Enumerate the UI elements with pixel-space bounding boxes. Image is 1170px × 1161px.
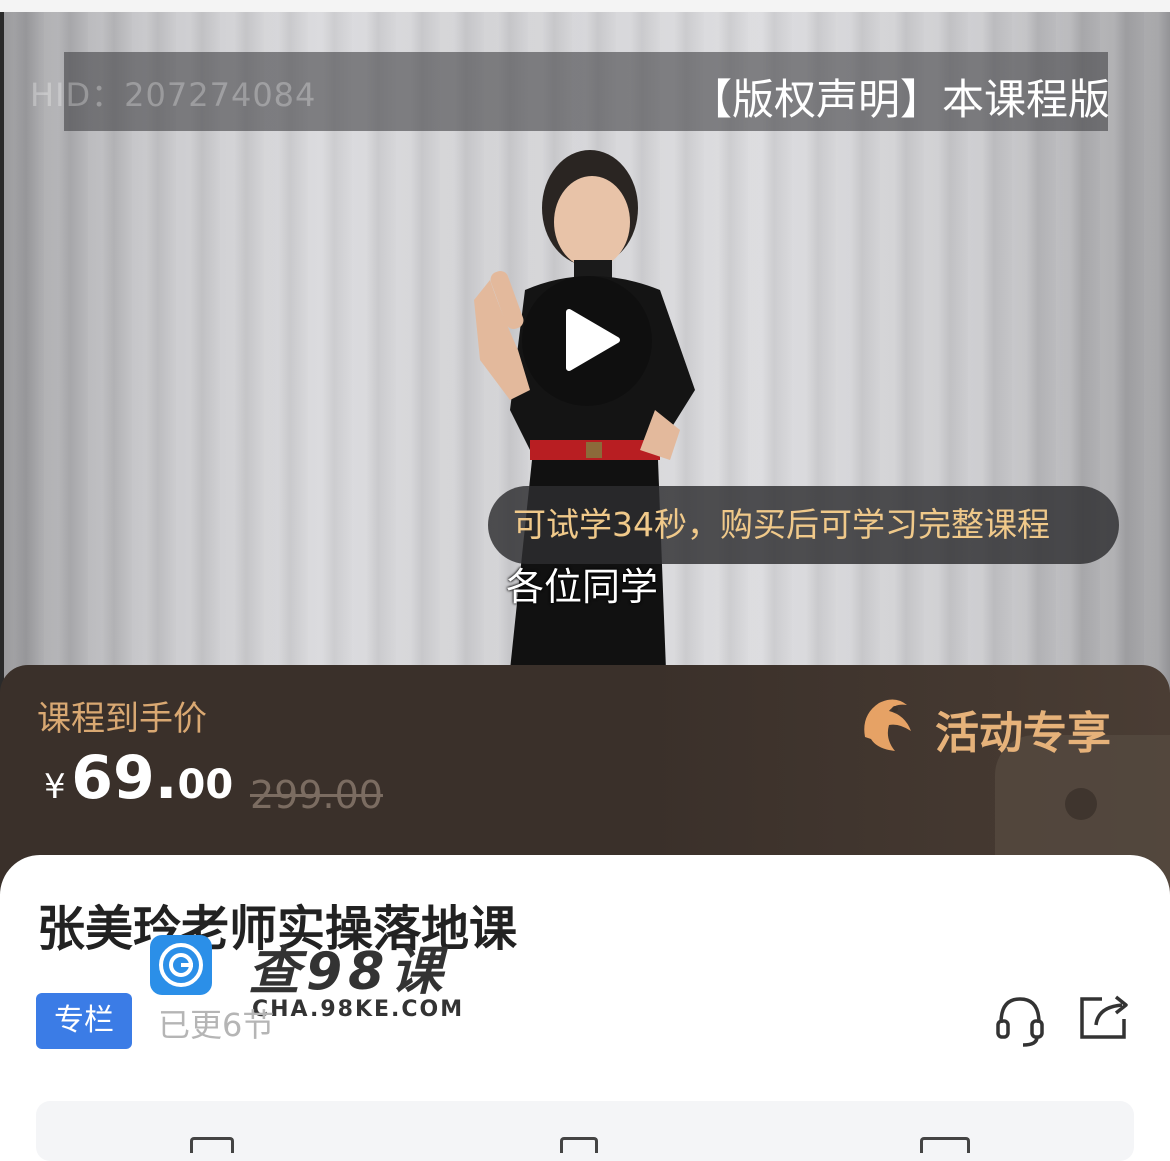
watermark-logo-icon bbox=[159, 943, 203, 987]
watermark-title: 查98课 bbox=[248, 942, 449, 1002]
play-icon bbox=[566, 309, 620, 371]
price-label: 课程到手价 bbox=[37, 699, 207, 739]
update-status: 已更6节 bbox=[158, 1006, 275, 1044]
decorative-dot bbox=[1065, 788, 1097, 820]
video-player[interactable]: HID：207274084 【版权声明】本课程版权 可试学34秒，购买后可学习完… bbox=[0, 0, 1170, 700]
video-edge bbox=[0, 12, 4, 700]
share-icon[interactable] bbox=[1078, 991, 1132, 1041]
currency-symbol: ¥ bbox=[44, 767, 66, 807]
dolphin-icon bbox=[864, 699, 911, 751]
play-button[interactable] bbox=[522, 276, 652, 406]
status-strip bbox=[0, 0, 1170, 12]
watermark-logo bbox=[150, 935, 212, 995]
copyright-notice: 【版权声明】本课程版权 bbox=[690, 75, 1110, 124]
activity-label: 活动专享 bbox=[935, 708, 1111, 759]
comment-icon[interactable] bbox=[920, 1137, 970, 1153]
trial-notice-pill: 可试学34秒，购买后可学习完整课程 bbox=[488, 486, 1119, 564]
hid-watermark: HID：207274084 bbox=[30, 76, 317, 114]
tab-bar bbox=[36, 1101, 1134, 1161]
headset-icon[interactable] bbox=[995, 993, 1045, 1049]
watermark-url: CHA.98KE.COM bbox=[252, 997, 465, 1022]
catalog-icon[interactable] bbox=[190, 1137, 234, 1153]
course-info-card: 张美玲老师实操落地课 查98课 CHA.98KE.COM 专栏 已更6节 bbox=[0, 855, 1170, 1161]
video-subtitle: 各位同学 bbox=[506, 565, 659, 609]
column-tag: 专栏 bbox=[36, 993, 132, 1049]
original-price: 299.00 bbox=[250, 773, 383, 817]
price-decimal: 00 bbox=[177, 762, 234, 808]
price-integer: 69. bbox=[71, 743, 178, 813]
current-price: ¥ 69.00 bbox=[44, 743, 233, 813]
trial-notice: 可试学34秒，购买后可学习完整课程 bbox=[513, 505, 1050, 544]
intro-icon[interactable] bbox=[560, 1137, 598, 1153]
activity-badge: 活动专享 bbox=[855, 693, 1111, 759]
